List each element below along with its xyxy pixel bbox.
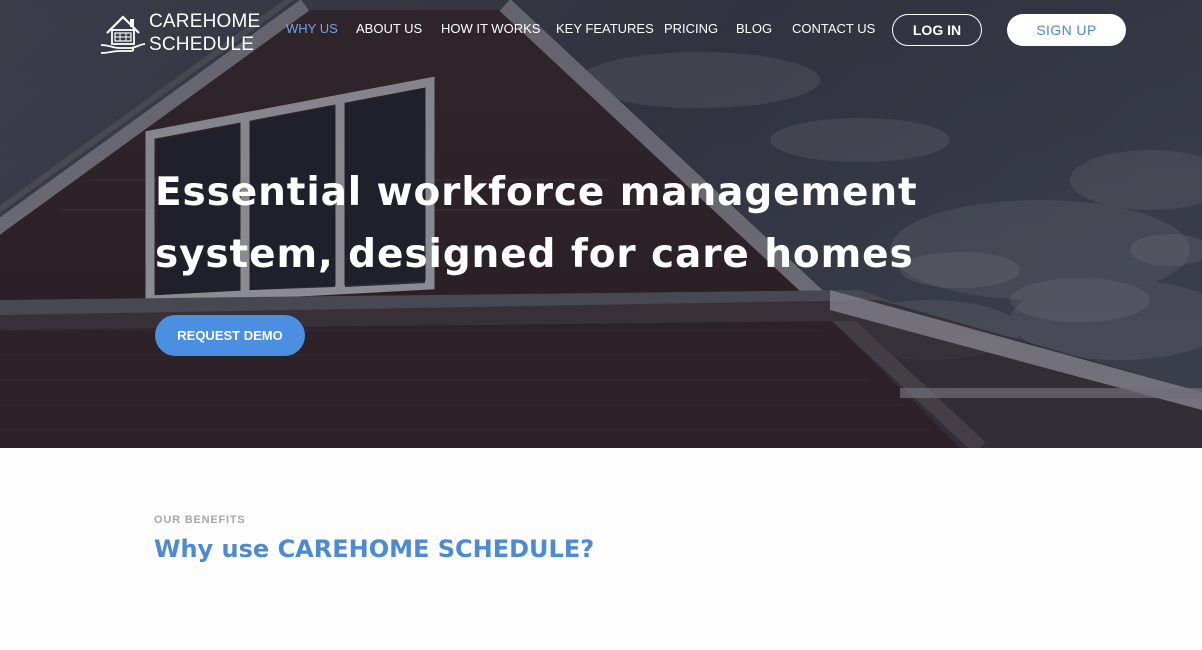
login-button[interactable]: LOG IN bbox=[892, 14, 982, 46]
top-navigation-bar: CAREHOME SCHEDULE WHY US ABOUT US HOW IT… bbox=[0, 0, 1202, 60]
signup-button[interactable]: SIGN UP bbox=[1007, 14, 1126, 46]
nav-link-blog[interactable]: BLOG bbox=[736, 21, 772, 37]
nav-link-pricing[interactable]: PRICING bbox=[664, 21, 718, 37]
nav-link-key-features[interactable]: KEY FEATURES bbox=[556, 21, 654, 37]
brand-logo[interactable]: CAREHOME SCHEDULE bbox=[99, 10, 269, 56]
house-in-hand-icon bbox=[100, 15, 146, 54]
section-eyebrow: OUR BENEFITS bbox=[154, 514, 246, 526]
nav-link-contact-us[interactable]: CONTACT US bbox=[792, 21, 875, 37]
hero-section: CAREHOME SCHEDULE WHY US ABOUT US HOW IT… bbox=[0, 0, 1202, 448]
brand-name-line1: CAREHOME bbox=[149, 11, 261, 32]
hero-headline: Essential workforce management system, d… bbox=[155, 170, 918, 277]
nav-link-how-it-works[interactable]: HOW IT WORKS bbox=[441, 21, 540, 37]
request-demo-button[interactable]: REQUEST DEMO bbox=[155, 315, 305, 356]
nav-link-about-us[interactable]: ABOUT US bbox=[356, 21, 422, 37]
section-title: Why use CAREHOME SCHEDULE? bbox=[154, 535, 595, 563]
nav-link-why-us[interactable]: WHY US bbox=[286, 21, 338, 37]
brand-name-line2: SCHEDULE bbox=[149, 34, 255, 55]
